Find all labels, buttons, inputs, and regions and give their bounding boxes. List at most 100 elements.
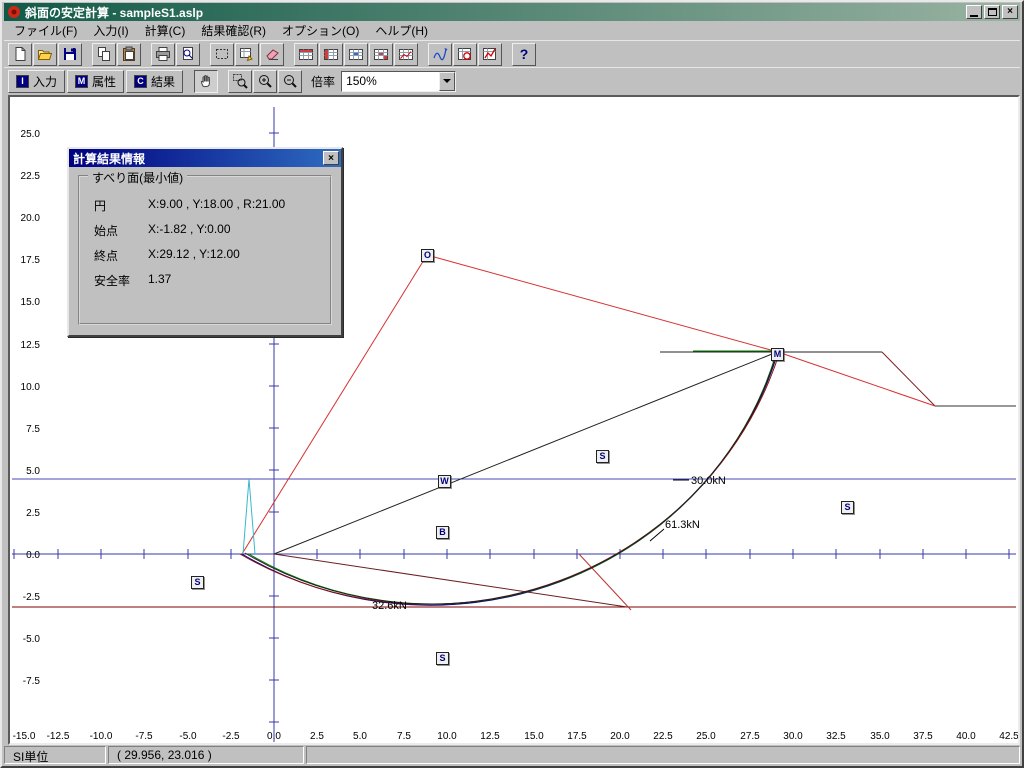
y-tick-label: -5.0: [23, 634, 41, 645]
combo-dropdown-button[interactable]: [439, 72, 455, 91]
select-range-icon: [214, 46, 230, 62]
menu-file[interactable]: ファイル(F): [6, 20, 85, 41]
y-tick-label: 12.5: [21, 340, 41, 351]
x-tick-label: -10.0: [90, 731, 113, 742]
close-button[interactable]: ×: [1002, 5, 1018, 19]
safety-factor-value: 1.37: [148, 272, 171, 289]
circle-value: X:9.00 , Y:18.00 , R:21.00: [148, 197, 285, 214]
table-load-button[interactable]: [319, 43, 343, 66]
marker-soil-3[interactable]: S: [191, 576, 204, 589]
result-mode-label: 結果: [151, 73, 175, 90]
zoom-in-button[interactable]: [253, 70, 277, 93]
new-file-button[interactable]: [8, 43, 32, 66]
table-option-button[interactable]: [394, 43, 418, 66]
select-range-button[interactable]: [210, 43, 234, 66]
calc-result-button[interactable]: [478, 43, 502, 66]
x-tick-label: 22.5: [653, 731, 673, 742]
close-icon: ×: [1007, 7, 1013, 17]
calc-table-button[interactable]: [453, 43, 477, 66]
print-button[interactable]: [151, 43, 175, 66]
paste-icon: [121, 46, 137, 62]
menu-calc[interactable]: 計算(C): [137, 20, 194, 41]
layer-diagonal-line: [274, 554, 627, 607]
zoom-value: 150%: [342, 72, 439, 91]
zoom-out-button[interactable]: [278, 70, 302, 93]
close-icon: ×: [328, 153, 334, 164]
restore-button[interactable]: [984, 5, 1000, 19]
calc-result-icon: [482, 46, 498, 62]
marker-soil-2[interactable]: S: [841, 501, 854, 514]
edit-table-button[interactable]: [235, 43, 259, 66]
attribute-mode-button[interactable]: M 属性: [67, 70, 124, 93]
zoom-combobox[interactable]: 150%: [341, 71, 456, 92]
x-tick-label: -2.5: [222, 731, 240, 742]
zoom-in-icon: [257, 73, 273, 89]
marker-soil-4[interactable]: S: [436, 652, 449, 665]
attribute-badge-icon: M: [75, 75, 88, 88]
marker-base[interactable]: B: [436, 526, 449, 539]
menu-input[interactable]: 入力(I): [85, 20, 136, 41]
save-button[interactable]: [58, 43, 82, 66]
menubar: ファイル(F) 入力(I) 計算(C) 結果確認(R) オプション(O) ヘルプ…: [4, 21, 1020, 40]
edit-table-icon: [239, 46, 255, 62]
print-preview-icon: [180, 46, 196, 62]
x-tick-label: 7.5: [397, 731, 411, 742]
table-water-button[interactable]: [344, 43, 368, 66]
y-tick-label: 17.5: [21, 255, 41, 266]
marker-water[interactable]: W: [438, 475, 451, 488]
print-icon: [155, 46, 171, 62]
x-tick-label: 12.5: [480, 731, 500, 742]
titlebar[interactable]: 斜面の安定計算 - sampleS1.aslp ×: [4, 3, 1020, 21]
units-panel: SI単位: [4, 746, 106, 764]
print-preview-button[interactable]: [176, 43, 200, 66]
erase-button[interactable]: [260, 43, 284, 66]
menu-option[interactable]: オプション(O): [274, 20, 367, 41]
paste-button[interactable]: [117, 43, 141, 66]
zoom-ratio-label: 倍率: [311, 73, 335, 90]
marker-end-point[interactable]: M: [771, 348, 784, 361]
menu-help[interactable]: ヘルプ(H): [367, 20, 436, 41]
pan-hand-button[interactable]: [194, 70, 218, 93]
table-search-button[interactable]: [369, 43, 393, 66]
start-point-label: 始点: [94, 222, 148, 239]
input-mode-label: 入力: [33, 73, 57, 90]
x-tick-label: 25.0: [696, 731, 716, 742]
restore-icon: [988, 8, 997, 16]
y-tick-label: 22.5: [21, 171, 41, 182]
end-point-row: 終点 X:29.12 , Y:12.00: [80, 243, 324, 268]
open-file-button[interactable]: [33, 43, 57, 66]
minimize-button[interactable]: [966, 5, 982, 19]
menu-result[interactable]: 結果確認(R): [193, 20, 274, 41]
dialog-close-button[interactable]: ×: [323, 151, 339, 165]
x-tick-label: 20.0: [610, 731, 630, 742]
input-badge-icon: I: [16, 75, 29, 88]
force-label-1: 30.0kN: [691, 475, 726, 487]
x-tick-label: 30.0: [783, 731, 803, 742]
help-button[interactable]: ?: [512, 43, 536, 66]
x-tick-label: 27.5: [740, 731, 760, 742]
mode-toolbar: I 入力 M 属性 C 結果 倍率 150%: [4, 67, 1020, 94]
zoom-window-button[interactable]: [228, 70, 252, 93]
table-soil-button[interactable]: [294, 43, 318, 66]
minimize-icon: [970, 15, 978, 17]
open-folder-icon: [37, 46, 53, 62]
chevron-down-icon: [443, 79, 451, 87]
input-mode-button[interactable]: I 入力: [8, 70, 65, 93]
result-info-dialog: 計算結果情報 × すべり面(最小値) 円 X:9.00 , Y:18.00 , …: [67, 147, 343, 337]
marker-soil-1[interactable]: S: [596, 450, 609, 463]
result-mode-button[interactable]: C 結果: [126, 70, 183, 93]
slip-flow-button[interactable]: [428, 43, 452, 66]
safety-factor-row: 安全率 1.37: [80, 268, 324, 293]
marker-circle-center[interactable]: O: [421, 249, 434, 262]
x-tick-label: 5.0: [353, 731, 367, 742]
circle-label: 円: [94, 197, 148, 214]
dialog-titlebar[interactable]: 計算結果情報 ×: [69, 149, 341, 167]
calc-table-icon: [457, 46, 473, 62]
x-tick-label: 42.5: [999, 731, 1018, 742]
safety-factor-label: 安全率: [94, 272, 148, 289]
table-search-icon: [373, 46, 389, 62]
copy-button[interactable]: [92, 43, 116, 66]
window-title: 斜面の安定計算 - sampleS1.aslp: [25, 4, 966, 21]
table-water-icon: [348, 46, 364, 62]
app-icon: [7, 5, 21, 19]
